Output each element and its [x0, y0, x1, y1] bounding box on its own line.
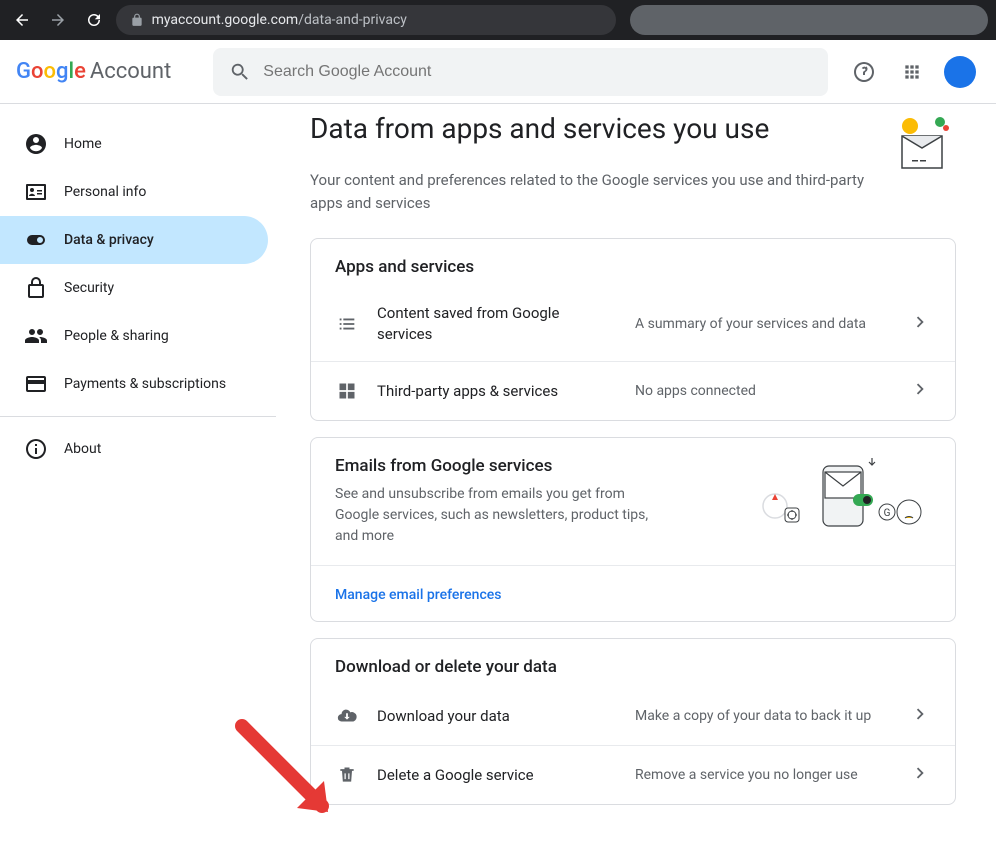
help-icon	[852, 60, 876, 84]
chevron-right-icon	[909, 311, 931, 333]
sidebar-separator	[0, 416, 276, 417]
search-icon	[229, 61, 251, 83]
sidebar-label: About	[64, 441, 101, 457]
manage-email-link[interactable]: Manage email preferences	[335, 587, 502, 603]
help-button[interactable]	[844, 52, 884, 92]
avatar-icon	[944, 56, 976, 88]
card-title: Download or delete your data	[311, 639, 955, 687]
hero-illustration	[892, 112, 956, 176]
list-icon	[336, 313, 358, 335]
google-word: Google	[16, 59, 86, 84]
toggle-icon	[24, 228, 48, 252]
row-content-saved[interactable]: Content saved from Google services A sum…	[311, 287, 955, 361]
card-title: Emails from Google services	[335, 456, 741, 476]
row-delete-service[interactable]: Delete a Google service Remove a service…	[311, 745, 955, 804]
row-desc: Make a copy of your data to back it up	[635, 708, 891, 724]
browser-toolbar: myaccount.google.com/data-and-privacy	[0, 0, 996, 40]
svg-text:G: G	[884, 508, 891, 519]
back-button[interactable]	[8, 6, 36, 34]
grid-icon	[337, 381, 357, 401]
search-input[interactable]	[263, 63, 812, 81]
home-icon	[24, 132, 48, 156]
sidebar-label: People & sharing	[64, 328, 169, 344]
card-icon	[24, 372, 48, 396]
reload-button[interactable]	[80, 6, 108, 34]
row-main: Content saved from Google services	[377, 303, 617, 345]
search-box[interactable]	[213, 48, 828, 96]
row-main: Download your data	[377, 706, 617, 727]
apps-button[interactable]	[892, 52, 932, 92]
info-icon	[24, 437, 48, 461]
manage-email-link-row: Manage email preferences	[311, 565, 955, 621]
google-account-logo[interactable]: Google Account	[16, 59, 171, 84]
row-desc: Remove a service you no longer use	[635, 767, 891, 783]
sidebar-item-security[interactable]: Security	[0, 264, 268, 312]
download-delete-card: Download or delete your data Download yo…	[310, 638, 956, 805]
id-card-icon	[24, 180, 48, 204]
sidebar-label: Payments & subscriptions	[64, 376, 226, 392]
cloud-download-icon	[336, 705, 358, 727]
sidebar-label: Security	[64, 280, 114, 296]
page-title: Data from apps and services you use	[310, 112, 872, 145]
row-desc: A summary of your services and data	[635, 316, 891, 332]
emails-card: Emails from Google services See and unsu…	[310, 437, 956, 622]
chevron-right-icon	[909, 378, 931, 400]
trash-icon	[337, 765, 357, 785]
row-third-party[interactable]: Third-party apps & services No apps conn…	[311, 361, 955, 420]
url-text: myaccount.google.com/data-and-privacy	[152, 12, 407, 28]
chevron-right-icon	[909, 703, 931, 725]
apps-grid-icon	[902, 62, 922, 82]
sidebar-label: Personal info	[64, 184, 146, 200]
lock-icon	[130, 13, 144, 27]
apps-services-card: Apps and services Content saved from Goo…	[310, 238, 956, 421]
redacted-area	[630, 5, 988, 35]
card-description: See and unsubscribe from emails you get …	[335, 484, 655, 547]
url-bar[interactable]: myaccount.google.com/data-and-privacy	[116, 5, 616, 35]
lock-icon	[24, 276, 48, 300]
emails-illustration: G	[761, 456, 931, 536]
sidebar-item-home[interactable]: Home	[0, 120, 268, 168]
row-main: Third-party apps & services	[377, 381, 617, 402]
row-download-data[interactable]: Download your data Make a copy of your d…	[311, 687, 955, 745]
row-main: Delete a Google service	[377, 765, 617, 786]
app-header: Google Account	[0, 40, 996, 104]
sidebar-item-about[interactable]: About	[0, 425, 268, 473]
sidebar-item-data-privacy[interactable]: Data & privacy	[0, 216, 268, 264]
card-title: Apps and services	[311, 239, 955, 287]
main-content: Data from apps and services you use Your…	[276, 104, 996, 866]
sidebar-item-payments[interactable]: Payments & subscriptions	[0, 360, 268, 408]
sidebar-label: Data & privacy	[64, 232, 154, 248]
people-icon	[24, 324, 48, 348]
row-desc: No apps connected	[635, 383, 891, 399]
account-word: Account	[90, 59, 171, 84]
account-avatar[interactable]	[940, 52, 980, 92]
sidebar-item-personal-info[interactable]: Personal info	[0, 168, 268, 216]
sidebar-item-people-sharing[interactable]: People & sharing	[0, 312, 268, 360]
page-subtitle: Your content and preferences related to …	[310, 169, 872, 214]
sidebar: Home Personal info Data & privacy Securi…	[0, 104, 276, 866]
sidebar-label: Home	[64, 136, 102, 152]
forward-button[interactable]	[44, 6, 72, 34]
chevron-right-icon	[909, 762, 931, 784]
